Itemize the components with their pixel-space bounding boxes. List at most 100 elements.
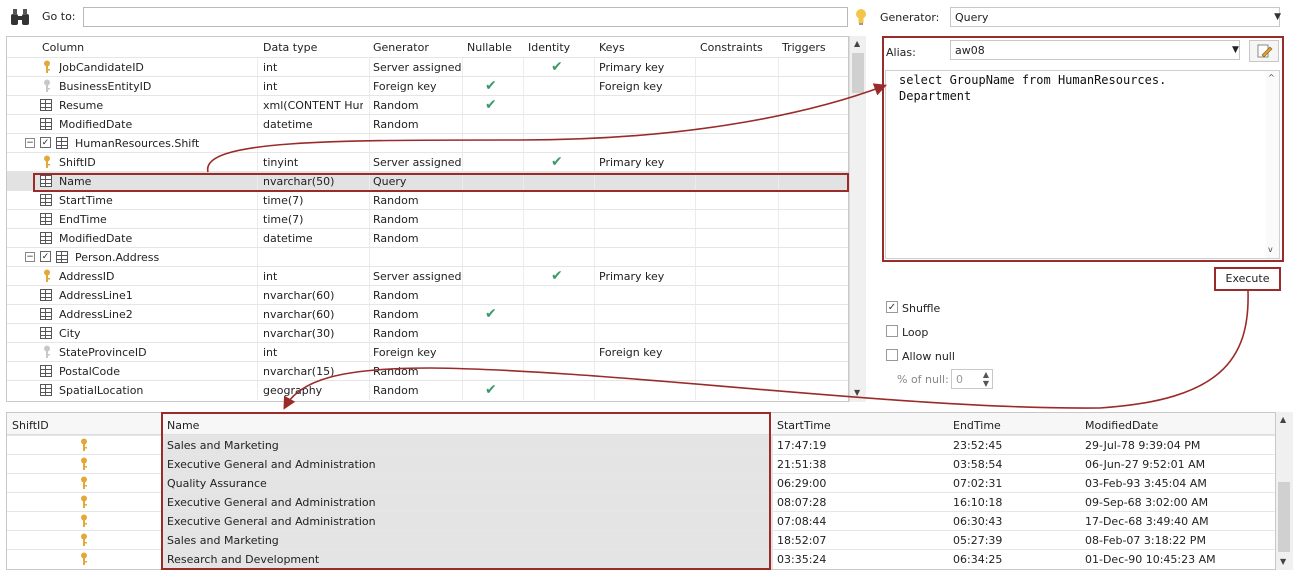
identity-check-icon[interactable]: ✔ [551, 268, 563, 284]
chevron-down-icon[interactable]: ▼ [1232, 45, 1239, 55]
chevron-down-icon: ▼ [1274, 12, 1281, 22]
edit-connection-button[interactable] [1249, 40, 1279, 62]
column-divider [594, 191, 595, 210]
columns-grid[interactable]: Column Data type Generator Nullable Iden… [6, 36, 849, 402]
results-scrollbar[interactable]: ▲ ▼ [1276, 412, 1293, 570]
spin-arrows-icon[interactable]: ▲ ▼ [983, 370, 989, 388]
column-divider [369, 191, 370, 210]
column-generator: Random [373, 99, 419, 112]
alias-select[interactable]: aw08 [950, 40, 1240, 60]
column-row[interactable]: BusinessEntityID int Foreign key Foreign ke… [7, 76, 848, 96]
column-row[interactable]: Resume xml(CONTENT Hum... Random ✔ [7, 95, 848, 115]
column-row[interactable]: ModifiedDate datetime Random [7, 114, 848, 134]
nullable-check-icon[interactable]: ✔ [485, 97, 497, 113]
identity-check-icon[interactable]: ✔ [551, 59, 563, 75]
column-row[interactable]: EndTime time(7) Random [7, 209, 848, 229]
column-divider [594, 96, 595, 115]
table-checkbox[interactable]: ✓ [40, 251, 51, 262]
column-row[interactable]: AddressID int Server assigned Primary key ✔ [7, 266, 848, 286]
header-identity[interactable]: Identity [528, 41, 570, 54]
identity-check-icon[interactable]: ✔ [551, 154, 563, 170]
column-divider [462, 77, 463, 96]
table-group-row[interactable]: − ✓ Person.Address [7, 247, 848, 267]
nullable-check-icon[interactable]: ✔ [485, 306, 497, 322]
column-divider [523, 115, 524, 134]
column-row[interactable]: AddressLine1 nvarchar(60) Random [7, 285, 848, 305]
sql-text[interactable]: select GroupName from HumanResources. De… [899, 72, 1259, 104]
column-data-type: datetime [263, 232, 313, 245]
foreign-key-icon [44, 345, 50, 358]
scroll-thumb[interactable] [1278, 482, 1290, 552]
column-data-type: int [263, 270, 278, 283]
column-data-type: geography [263, 384, 323, 397]
column-divider [523, 229, 524, 248]
column-divider [462, 248, 463, 267]
results-header-starttime[interactable]: StartTime [777, 419, 831, 432]
scroll-up-icon[interactable]: ▲ [1280, 415, 1286, 424]
shuffle-checkbox[interactable]: ✓ [886, 301, 898, 313]
find-binoculars-icon[interactable] [10, 8, 30, 26]
column-row[interactable]: JobCandidateID int Server assigned Primary … [7, 57, 848, 77]
header-column[interactable]: Column [42, 41, 84, 54]
column-divider [778, 267, 779, 286]
column-generator: Foreign key [373, 346, 437, 359]
column-divider [462, 134, 463, 153]
column-row[interactable]: PostalCode nvarchar(15) Random [7, 361, 848, 381]
scroll-up-icon[interactable]: ▲ [854, 39, 860, 48]
column-row[interactable]: StateProvinceID int Foreign key Foreign key [7, 342, 848, 362]
results-header-modifieddate[interactable]: ModifiedDate [1085, 419, 1158, 432]
loop-checkbox[interactable] [886, 325, 898, 337]
column-generator: Foreign key [373, 80, 437, 93]
header-data-type[interactable]: Data type [263, 41, 317, 54]
lightbulb-icon[interactable] [855, 8, 867, 26]
pct-null-stepper[interactable]: 0 ▲ ▼ [951, 369, 993, 389]
column-row[interactable]: ModifiedDate datetime Random [7, 228, 848, 248]
column-row[interactable]: StartTime time(7) Random [7, 190, 848, 210]
column-divider [369, 267, 370, 286]
column-divider [778, 134, 779, 153]
column-row[interactable]: AddressLine2 nvarchar(60) Random ✔ [7, 304, 848, 324]
column-generator: Random [373, 194, 419, 207]
header-constraints[interactable]: Constraints [700, 41, 763, 54]
column-row[interactable]: SpatialLocation geography Random ✔ [7, 380, 848, 400]
server-assigned-key-icon [81, 438, 87, 451]
column-name: PostalCode [59, 365, 120, 378]
scroll-down-icon[interactable]: ▼ [1280, 557, 1286, 566]
column-name: ModifiedDate [59, 232, 133, 245]
server-assigned-key-icon [81, 533, 87, 546]
column-divider [523, 267, 524, 286]
results-header-endtime[interactable]: EndTime [953, 419, 1001, 432]
column-divider [257, 153, 258, 172]
header-keys[interactable]: Keys [599, 41, 625, 54]
generator-label: Generator: [880, 11, 940, 24]
generator-select[interactable]: Query ▼ [950, 7, 1281, 27]
column-name: BusinessEntityID [59, 80, 152, 93]
header-generator[interactable]: Generator [373, 41, 429, 54]
column-divider [778, 229, 779, 248]
column-row[interactable]: ShiftID tinyint Server assigned Primary key… [7, 152, 848, 172]
scroll-thumb[interactable] [852, 53, 864, 93]
allow-null-checkbox[interactable] [886, 349, 898, 361]
column-name: JobCandidateID [59, 61, 144, 74]
header-nullable[interactable]: Nullable [467, 41, 512, 54]
collapse-icon[interactable]: − [25, 252, 35, 262]
collapse-icon[interactable]: − [25, 138, 35, 148]
nullable-check-icon[interactable]: ✔ [485, 382, 497, 398]
nullable-check-icon[interactable]: ✔ [485, 78, 497, 94]
goto-input[interactable] [83, 7, 848, 27]
table-checkbox[interactable]: ✓ [40, 137, 51, 148]
column-data-type: int [263, 61, 278, 74]
column-row[interactable]: City nvarchar(30) Random [7, 323, 848, 343]
header-triggers[interactable]: Triggers [782, 41, 826, 54]
goto-label: Go to: [42, 10, 76, 23]
scroll-down-icon[interactable]: ▼ [854, 388, 860, 397]
columns-grid-scrollbar[interactable]: ▲ ▼ [849, 36, 866, 402]
execute-button[interactable]: Execute [1214, 267, 1281, 291]
result-starttime: 03:35:24 [777, 553, 827, 566]
scroll-up-icon[interactable]: ^ [1268, 73, 1275, 82]
table-group-row[interactable]: − ✓ HumanResources.Shift [7, 133, 848, 153]
scroll-down-icon[interactable]: v [1268, 245, 1273, 254]
sql-editor-scrollbar[interactable]: ^ v [1266, 71, 1279, 258]
column-data-type: xml(CONTENT Hum... [263, 99, 363, 112]
results-header-shiftid[interactable]: ShiftID [12, 419, 49, 432]
